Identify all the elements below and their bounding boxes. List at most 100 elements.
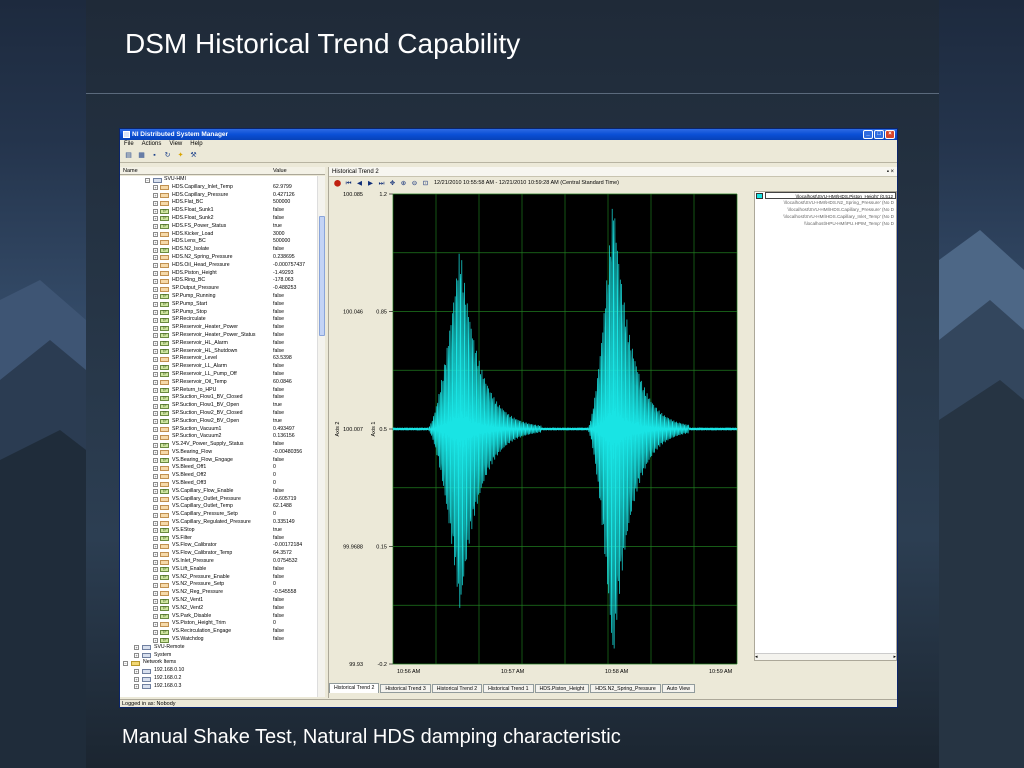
tree-item[interactable]: + TF SP.Pump_Stop false [120, 309, 317, 317]
tree-item[interactable]: + VS.Capillary_Pressure_Setp 0 [120, 511, 317, 519]
tree-item[interactable]: + TF VS.Park_Disable false [120, 613, 317, 621]
star-icon[interactable]: ✦ [176, 151, 185, 160]
tree-item[interactable]: + HDS.Oil_Head_Pressure -0.000757437 [120, 262, 317, 270]
expand-icon[interactable]: + [153, 310, 158, 316]
expand-icon[interactable]: + [153, 224, 158, 230]
expand-icon[interactable]: + [134, 668, 139, 674]
scroll-thumb[interactable] [319, 216, 325, 336]
tree-item[interactable]: + TF SP.Pump_Running false [120, 293, 317, 301]
tab-historical-trend-1[interactable]: Historical Trend 1 [483, 684, 534, 693]
tree-item[interactable]: + TF SP.Pump_Start false [120, 301, 317, 309]
menu-view[interactable]: View [169, 140, 182, 149]
tree-item[interactable]: + TF HDS.FS_Power_Status true [120, 223, 317, 231]
tree-item[interactable]: + TF VS.24V_Power_Supply_Status false [120, 441, 317, 449]
expand-icon[interactable]: + [153, 559, 158, 565]
tree-item[interactable]: + SP.Suction_Vacuum2 0.136156 [120, 433, 317, 441]
tree-item[interactable]: + HDS.Ring_BC -178.063 [120, 277, 317, 285]
tree-item[interactable]: + VS.Flow_Calibrator_Temp 64.3572 [120, 550, 317, 558]
trend-chart[interactable]: 1.2 100.085 0.85 100.046 0.5 100.007 0.15 99.96… [329, 191, 744, 681]
expand-icon[interactable]: + [153, 333, 158, 339]
column-name[interactable]: Name [123, 167, 138, 175]
expand-icon[interactable]: + [153, 512, 158, 518]
tree-item[interactable]: + TF VS.N2_Pressure_Enable false [120, 574, 317, 582]
play-icon[interactable]: ▶ [366, 179, 375, 188]
zoom-in-icon[interactable]: ⊕ [399, 179, 408, 188]
tree-node[interactable]: +192.168.0.2 [120, 675, 317, 683]
legend-entry[interactable]: \\localhost\SVU-HMI\HDS.N2_Spring_Pressu… [755, 199, 896, 206]
tree-item[interactable]: + TF HDS.Float_Sunk1 false [120, 207, 317, 215]
tree-item[interactable]: + TF VS.Capillary_Flow_Enable false [120, 488, 317, 496]
open-icon[interactable]: ▦ [137, 151, 146, 160]
expand-icon[interactable]: + [134, 645, 139, 651]
pan-icon[interactable]: ✥ [388, 179, 397, 188]
tree-item[interactable]: + VS.Bleed_Off2 0 [120, 472, 317, 480]
expand-icon[interactable]: + [153, 411, 158, 417]
tree-item[interactable]: + TF SP.Suction_Flow2_BV_Open true [120, 418, 317, 426]
expand-icon[interactable]: + [153, 341, 158, 347]
expand-icon[interactable]: + [153, 489, 158, 495]
prev-icon[interactable]: ◀ [355, 179, 364, 188]
tree-item[interactable]: + SP.Output_Pressure -0.488253 [120, 285, 317, 293]
tree-item[interactable]: + TF VS.Bearing_Flow_Engage false [120, 457, 317, 465]
expand-icon[interactable]: + [153, 232, 158, 238]
tree-item[interactable]: + VS.Capillary_Regulated_Pressure 0.335149 [120, 519, 317, 527]
tree-item[interactable]: + VS.Flow_Calibrator -0.00172184 [120, 542, 317, 550]
refresh-icon[interactable]: ↻ [163, 151, 172, 160]
tree-item[interactable]: + TF SP.Recirculate false [120, 316, 317, 324]
expand-icon[interactable]: + [153, 497, 158, 503]
tree-item[interactable]: + TF SP.Reservoir_LL_Pump_Off false [120, 371, 317, 379]
expand-icon[interactable]: + [153, 528, 158, 534]
expand-icon[interactable]: + [134, 684, 139, 690]
tree-item[interactable]: + TF HDS.Float_Sunk2 false [120, 215, 317, 223]
expand-icon[interactable]: + [153, 247, 158, 253]
tree-root[interactable]: − SVU-HMI [120, 176, 317, 184]
first-icon[interactable]: ⏮ [344, 179, 353, 188]
expand-icon[interactable]: + [153, 598, 158, 604]
menu-actions[interactable]: Actions [142, 140, 162, 149]
tab-historical-trend-2[interactable]: Historical Trend 2 [329, 683, 380, 693]
legend-scrollbar[interactable]: ◂ ▸ [755, 653, 896, 660]
tree-item[interactable]: + TF SP.Reservoir_HL_Shutdown false [120, 348, 317, 356]
legend-entry[interactable]: \\localhost\SVU-HMI\HDS.Piston_Height' (… [765, 192, 896, 199]
window-titlebar[interactable]: NI Distributed System Manager _ □ × [120, 129, 897, 140]
expand-icon[interactable]: + [153, 434, 158, 440]
tab-historical-trend-2[interactable]: Historical Trend 2 [431, 684, 483, 693]
tree-item[interactable]: + TF HDS.N2_Isolate false [120, 246, 317, 254]
expand-icon[interactable]: + [153, 614, 158, 620]
tree-item[interactable]: + TF VS.Filter false [120, 535, 317, 543]
expand-icon[interactable]: + [153, 551, 158, 557]
legend-entry[interactable]: \\localhost\HPU-HMI\PU.HPIM_Temp' (No D [755, 220, 896, 227]
save-icon[interactable]: ▪ [150, 151, 159, 160]
tree-item[interactable]: + HDS.Lens_BC 500000 [120, 238, 317, 246]
tree-item[interactable]: + TF SP.Suction_Flow2_BV_Closed false [120, 410, 317, 418]
expand-icon[interactable]: + [153, 380, 158, 386]
expand-icon[interactable]: + [153, 193, 158, 199]
tree-item[interactable]: + HDS.Piston_Height -1.49293 [120, 270, 317, 278]
expand-icon[interactable]: + [153, 481, 158, 487]
menu-help[interactable]: Help [190, 140, 202, 149]
tree-item[interactable]: + TF SP.Reservoir_Heater_Power false [120, 324, 317, 332]
expand-icon[interactable]: + [153, 395, 158, 401]
tree-node[interactable]: + SVU-Remote [120, 644, 317, 652]
tree-item[interactable]: + SP.Suction_Vacuum1 0.493497 [120, 426, 317, 434]
expand-icon[interactable]: + [134, 653, 139, 659]
expand-icon[interactable]: + [153, 543, 158, 549]
expand-icon[interactable]: + [153, 349, 158, 355]
expand-icon[interactable]: − [123, 660, 128, 666]
tree-item[interactable]: + HDS.Capillary_Inlet_Temp 62.9799 [120, 184, 317, 192]
tree-item[interactable]: + TF VS.Watchdog false [120, 636, 317, 644]
expand-icon[interactable]: + [153, 271, 158, 277]
expand-icon[interactable]: + [153, 356, 158, 362]
tree-item[interactable]: + SP.Reservoir_Oil_Temp 60.0846 [120, 379, 317, 387]
expand-icon[interactable]: + [153, 239, 158, 245]
tab-hds-n2-spring-pressure[interactable]: HDS.N2_Spring_Pressure [590, 684, 661, 693]
fit-icon[interactable]: ⊡ [421, 179, 430, 188]
expand-icon[interactable]: + [153, 325, 158, 331]
minimize-button[interactable]: _ [863, 130, 873, 139]
expand-icon[interactable]: + [153, 473, 158, 479]
expand-icon[interactable]: + [153, 255, 158, 261]
expand-icon[interactable]: + [153, 302, 158, 308]
expand-icon[interactable]: + [153, 629, 158, 635]
expand-icon[interactable]: + [153, 216, 158, 222]
tree-item[interactable]: + TF VS.Lift_Enable false [120, 566, 317, 574]
